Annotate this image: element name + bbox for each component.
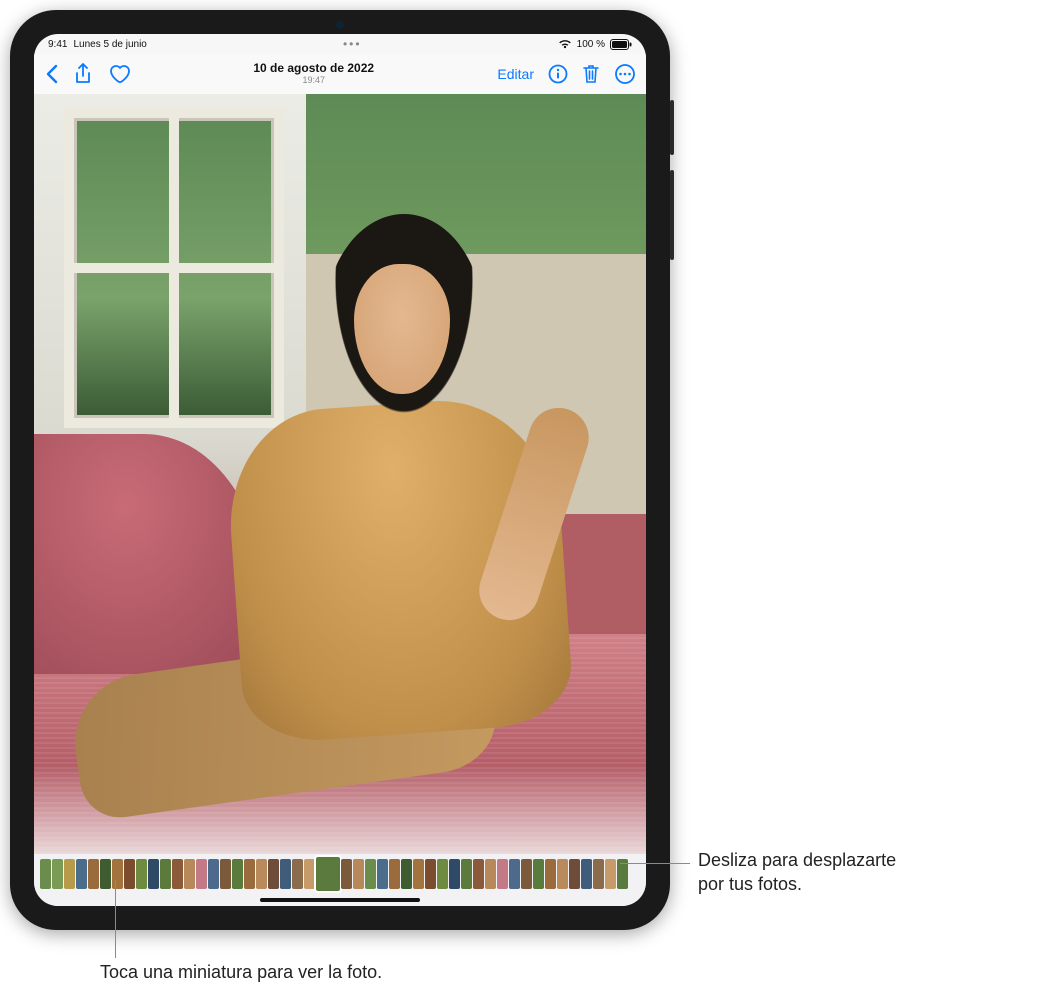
- main-photo[interactable]: [34, 94, 646, 854]
- wifi-icon: [558, 39, 572, 49]
- back-button[interactable]: [44, 64, 58, 84]
- thumbnail[interactable]: [425, 859, 436, 889]
- photo-window: [64, 108, 284, 428]
- thumbnail[interactable]: [497, 859, 508, 889]
- photo-cushion: [34, 434, 264, 674]
- thumbnail[interactable]: [112, 859, 123, 889]
- ipad-device-frame: 9:41 Lunes 5 de junio ••• 100 %: [10, 10, 670, 930]
- favorite-button[interactable]: [108, 64, 130, 84]
- more-button[interactable]: [614, 63, 636, 85]
- callout-swipe-photos: Desliza para desplazarte por tus fotos.: [698, 848, 896, 897]
- photo-time-subtitle: 19:47: [138, 76, 489, 86]
- thumbnail[interactable]: [509, 859, 520, 889]
- thumbnail[interactable]: [605, 859, 616, 889]
- info-button[interactable]: [548, 64, 568, 84]
- thumbnail[interactable]: [401, 859, 412, 889]
- thumbnail[interactable]: [136, 859, 147, 889]
- thumbnail[interactable]: [76, 859, 87, 889]
- thumbnail[interactable]: [160, 859, 171, 889]
- thumbnail[interactable]: [220, 859, 231, 889]
- thumbnail[interactable]: [124, 859, 135, 889]
- thumbnail[interactable]: [521, 859, 532, 889]
- thumbnail[interactable]: [184, 859, 195, 889]
- thumbnail[interactable]: [268, 859, 279, 889]
- battery-icon: [610, 39, 632, 50]
- photo-date-title: 10 de agosto de 2022: [138, 62, 489, 75]
- thumbnail[interactable]: [316, 857, 340, 891]
- thumbnail[interactable]: [473, 859, 484, 889]
- callout-line: [620, 863, 690, 864]
- thumbnail[interactable]: [341, 859, 352, 889]
- status-date: Lunes 5 de junio: [73, 39, 146, 50]
- thumbnail-strip[interactable]: [34, 854, 646, 894]
- front-camera: [336, 21, 344, 29]
- photo-toolbar: 10 de agosto de 2022 19:47 Editar: [34, 54, 646, 94]
- thumbnail[interactable]: [581, 859, 592, 889]
- thumbnail[interactable]: [389, 859, 400, 889]
- edit-button[interactable]: Editar: [497, 66, 534, 82]
- thumbnail[interactable]: [413, 859, 424, 889]
- status-time: 9:41: [48, 39, 67, 50]
- thumbnail[interactable]: [148, 859, 159, 889]
- thumbnail[interactable]: [557, 859, 568, 889]
- thumbnail[interactable]: [232, 859, 243, 889]
- thumbnail[interactable]: [52, 859, 63, 889]
- thumbnail[interactable]: [292, 859, 303, 889]
- thumbnail[interactable]: [533, 859, 544, 889]
- callout-line: [115, 880, 116, 958]
- thumbnail[interactable]: [377, 859, 388, 889]
- battery-percent: 100 %: [577, 39, 605, 50]
- thumbnail[interactable]: [208, 859, 219, 889]
- thumbnail[interactable]: [545, 859, 556, 889]
- thumbnail[interactable]: [461, 859, 472, 889]
- thumbnail[interactable]: [244, 859, 255, 889]
- thumbnail[interactable]: [353, 859, 364, 889]
- trash-button[interactable]: [582, 63, 600, 85]
- thumbnail[interactable]: [172, 859, 183, 889]
- multitask-indicator[interactable]: •••: [343, 37, 362, 51]
- thumbnail[interactable]: [449, 859, 460, 889]
- thumbnail[interactable]: [569, 859, 580, 889]
- thumbnail[interactable]: [100, 859, 111, 889]
- thumbnail[interactable]: [593, 859, 604, 889]
- home-indicator[interactable]: [34, 894, 646, 906]
- thumbnail[interactable]: [64, 859, 75, 889]
- screen: 9:41 Lunes 5 de junio ••• 100 %: [34, 34, 646, 906]
- thumbnail[interactable]: [304, 859, 315, 889]
- thumbnail[interactable]: [437, 859, 448, 889]
- thumbnail[interactable]: [40, 859, 51, 889]
- thumbnail[interactable]: [88, 859, 99, 889]
- share-button[interactable]: [74, 63, 92, 85]
- callout-tap-thumbnail: Toca una miniatura para ver la foto.: [100, 960, 382, 984]
- thumbnail[interactable]: [485, 859, 496, 889]
- thumbnail[interactable]: [196, 859, 207, 889]
- thumbnail[interactable]: [365, 859, 376, 889]
- status-bar: 9:41 Lunes 5 de junio ••• 100 %: [34, 34, 646, 54]
- thumbnail[interactable]: [256, 859, 267, 889]
- thumbnail[interactable]: [280, 859, 291, 889]
